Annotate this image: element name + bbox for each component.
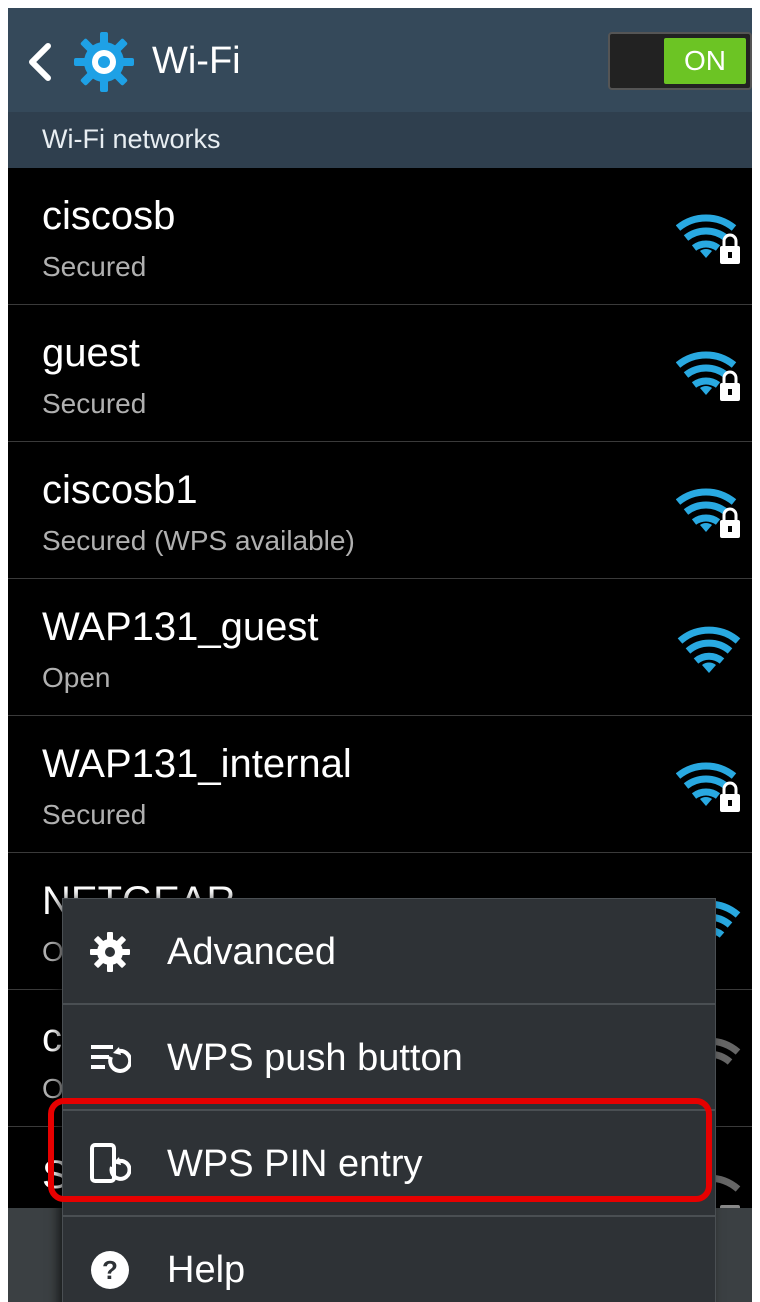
highlight-box (48, 1098, 712, 1202)
network-status: Secured (42, 799, 147, 830)
wifi-toggle[interactable]: ON (608, 32, 752, 90)
wifi-icon (677, 626, 741, 673)
network-item[interactable]: WAP131_internal Secured (8, 716, 752, 853)
gear-icon (74, 32, 134, 92)
network-name: WAP131_internal (42, 742, 352, 786)
network-item[interactable]: ciscosb Secured (8, 168, 752, 305)
wifi-locked-icon (676, 351, 740, 401)
network-status: O (42, 936, 64, 967)
wifi-locked-icon (676, 762, 740, 812)
menu-item-wps-push-button[interactable]: WPS push button (63, 1003, 715, 1109)
svg-text:?: ? (102, 1255, 118, 1285)
network-item[interactable]: WAP131_guest Open (8, 579, 752, 716)
section-header-label: Wi-Fi networks (42, 124, 221, 154)
network-name: ciscosb (42, 194, 176, 238)
gear-icon (90, 932, 130, 972)
menu-item-label: Help (167, 1249, 246, 1291)
menu-item-help[interactable]: ? Help (63, 1215, 715, 1302)
chevron-left-icon[interactable] (24, 40, 54, 84)
action-bar: Wi-Fi ON (8, 8, 752, 112)
section-header: Wi-Fi networks (8, 112, 752, 168)
network-status: Secured (42, 251, 147, 282)
help-icon: ? (91, 1251, 129, 1289)
menu-item-label: Advanced (167, 931, 337, 973)
network-status: Secured (42, 388, 147, 419)
menu-item-label: WPS push button (167, 1037, 463, 1079)
network-name: guest (42, 331, 140, 375)
menu-item-advanced[interactable]: Advanced (63, 899, 715, 1003)
page-title: Wi-Fi (152, 40, 241, 82)
network-item[interactable]: guest Secured (8, 305, 752, 442)
network-name: ciscosb1 (42, 468, 198, 512)
network-status: Secured (WPS available) (42, 525, 355, 556)
wps-push-button-icon (91, 1045, 131, 1073)
toggle-on-label: ON (664, 38, 746, 84)
wifi-locked-icon (676, 488, 740, 538)
network-name: c (42, 1016, 62, 1060)
network-status: Open (42, 662, 111, 693)
wifi-locked-icon (676, 214, 740, 264)
network-item[interactable]: ciscosb1 Secured (WPS available) (8, 442, 752, 579)
network-name: WAP131_guest (42, 605, 319, 649)
